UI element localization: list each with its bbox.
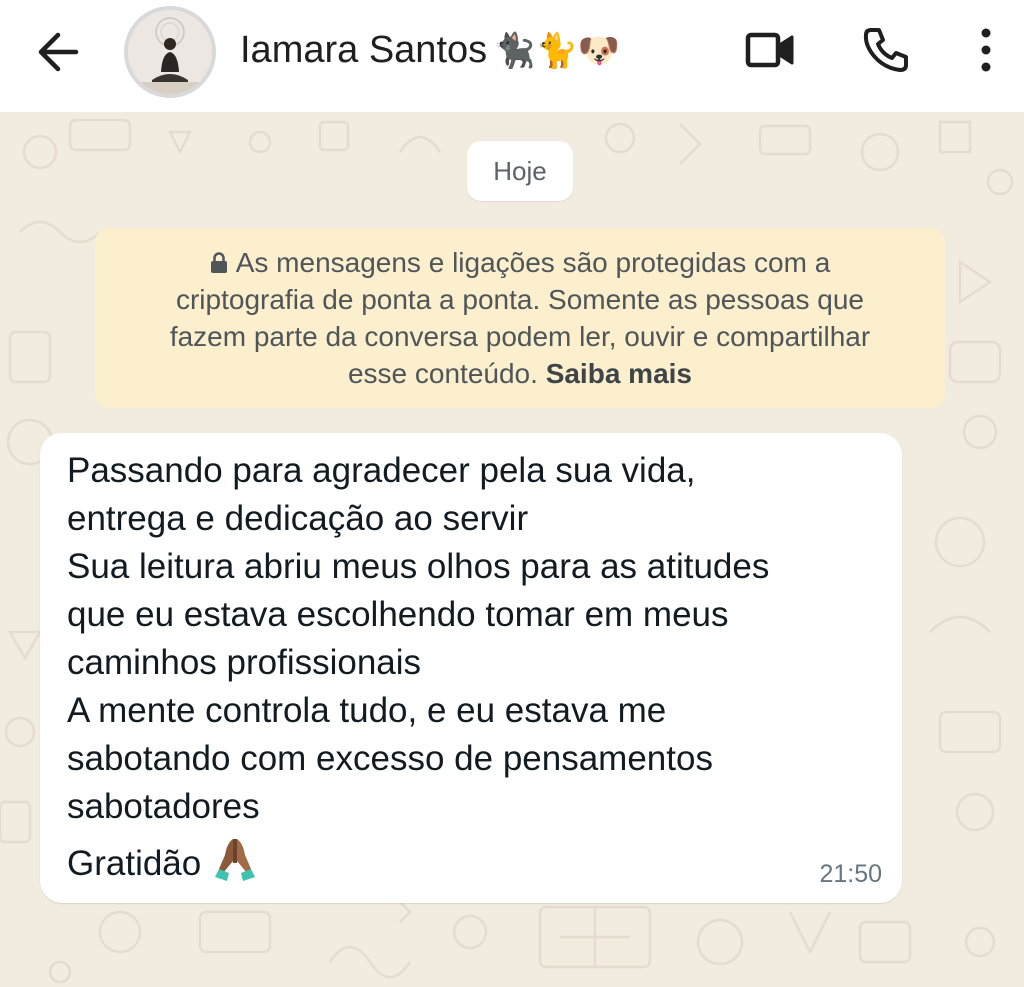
- back-button[interactable]: [28, 22, 88, 82]
- video-camera-icon: [745, 32, 794, 68]
- message-timestamp: 21:50: [819, 860, 882, 888]
- message-line: que eu estava escolhendo tomar em meus: [67, 595, 729, 634]
- message-line: entrega e dedicação ao servir: [67, 499, 529, 538]
- message-line: sabotando com excesso de pensamentos: [67, 739, 713, 778]
- more-options-button[interactable]: [966, 24, 1006, 76]
- chat-header: Iamara Santos 🐈‍⬛🐈🐶: [0, 0, 1024, 112]
- message-line: A mente controla tudo, e eu estava me: [67, 691, 667, 730]
- date-divider: Hoje: [467, 141, 573, 201]
- message-closing-line: Gratidão: [67, 837, 877, 888]
- more-vertical-icon: [981, 28, 991, 72]
- praying-hands-icon: [215, 839, 256, 881]
- phone-icon: [863, 28, 908, 72]
- encryption-notice-line: criptografia de ponta a ponta. Somente a…: [175, 284, 865, 315]
- video-call-button[interactable]: [740, 24, 800, 76]
- encryption-notice[interactable]: As mensagens e ligações são protegidas c…: [95, 228, 945, 408]
- contact-name-text: Iamara Santos: [240, 29, 488, 71]
- arrow-left-icon: [38, 32, 79, 72]
- message-line: Sua leitura abriu meus olhos para as ati…: [67, 547, 770, 586]
- encryption-notice-line: As mensagens e ligações são protegidas c…: [115, 244, 925, 281]
- incoming-message-bubble[interactable]: Passando para agradecer pela sua vida, e…: [40, 433, 902, 903]
- encryption-notice-line: fazem parte da conversa podem ler, ouvir…: [169, 321, 871, 352]
- encryption-notice-line: esse conteúdo. Saiba mais: [347, 358, 692, 389]
- contact-name[interactable]: Iamara Santos 🐈‍⬛🐈🐶: [240, 24, 620, 76]
- message-text: Passando para agradecer pela sua vida, e…: [67, 447, 877, 888]
- lock-icon: [210, 252, 227, 273]
- pet-emojis: 🐈‍⬛🐈🐶: [493, 31, 621, 71]
- message-line: sabotadores: [67, 787, 260, 826]
- avatar[interactable]: [124, 6, 216, 98]
- message-line: Passando para agradecer pela sua vida,: [67, 451, 696, 490]
- learn-more-link[interactable]: Saiba mais: [546, 358, 692, 389]
- voice-call-button[interactable]: [856, 22, 916, 78]
- message-line: caminhos profissionais: [67, 643, 422, 682]
